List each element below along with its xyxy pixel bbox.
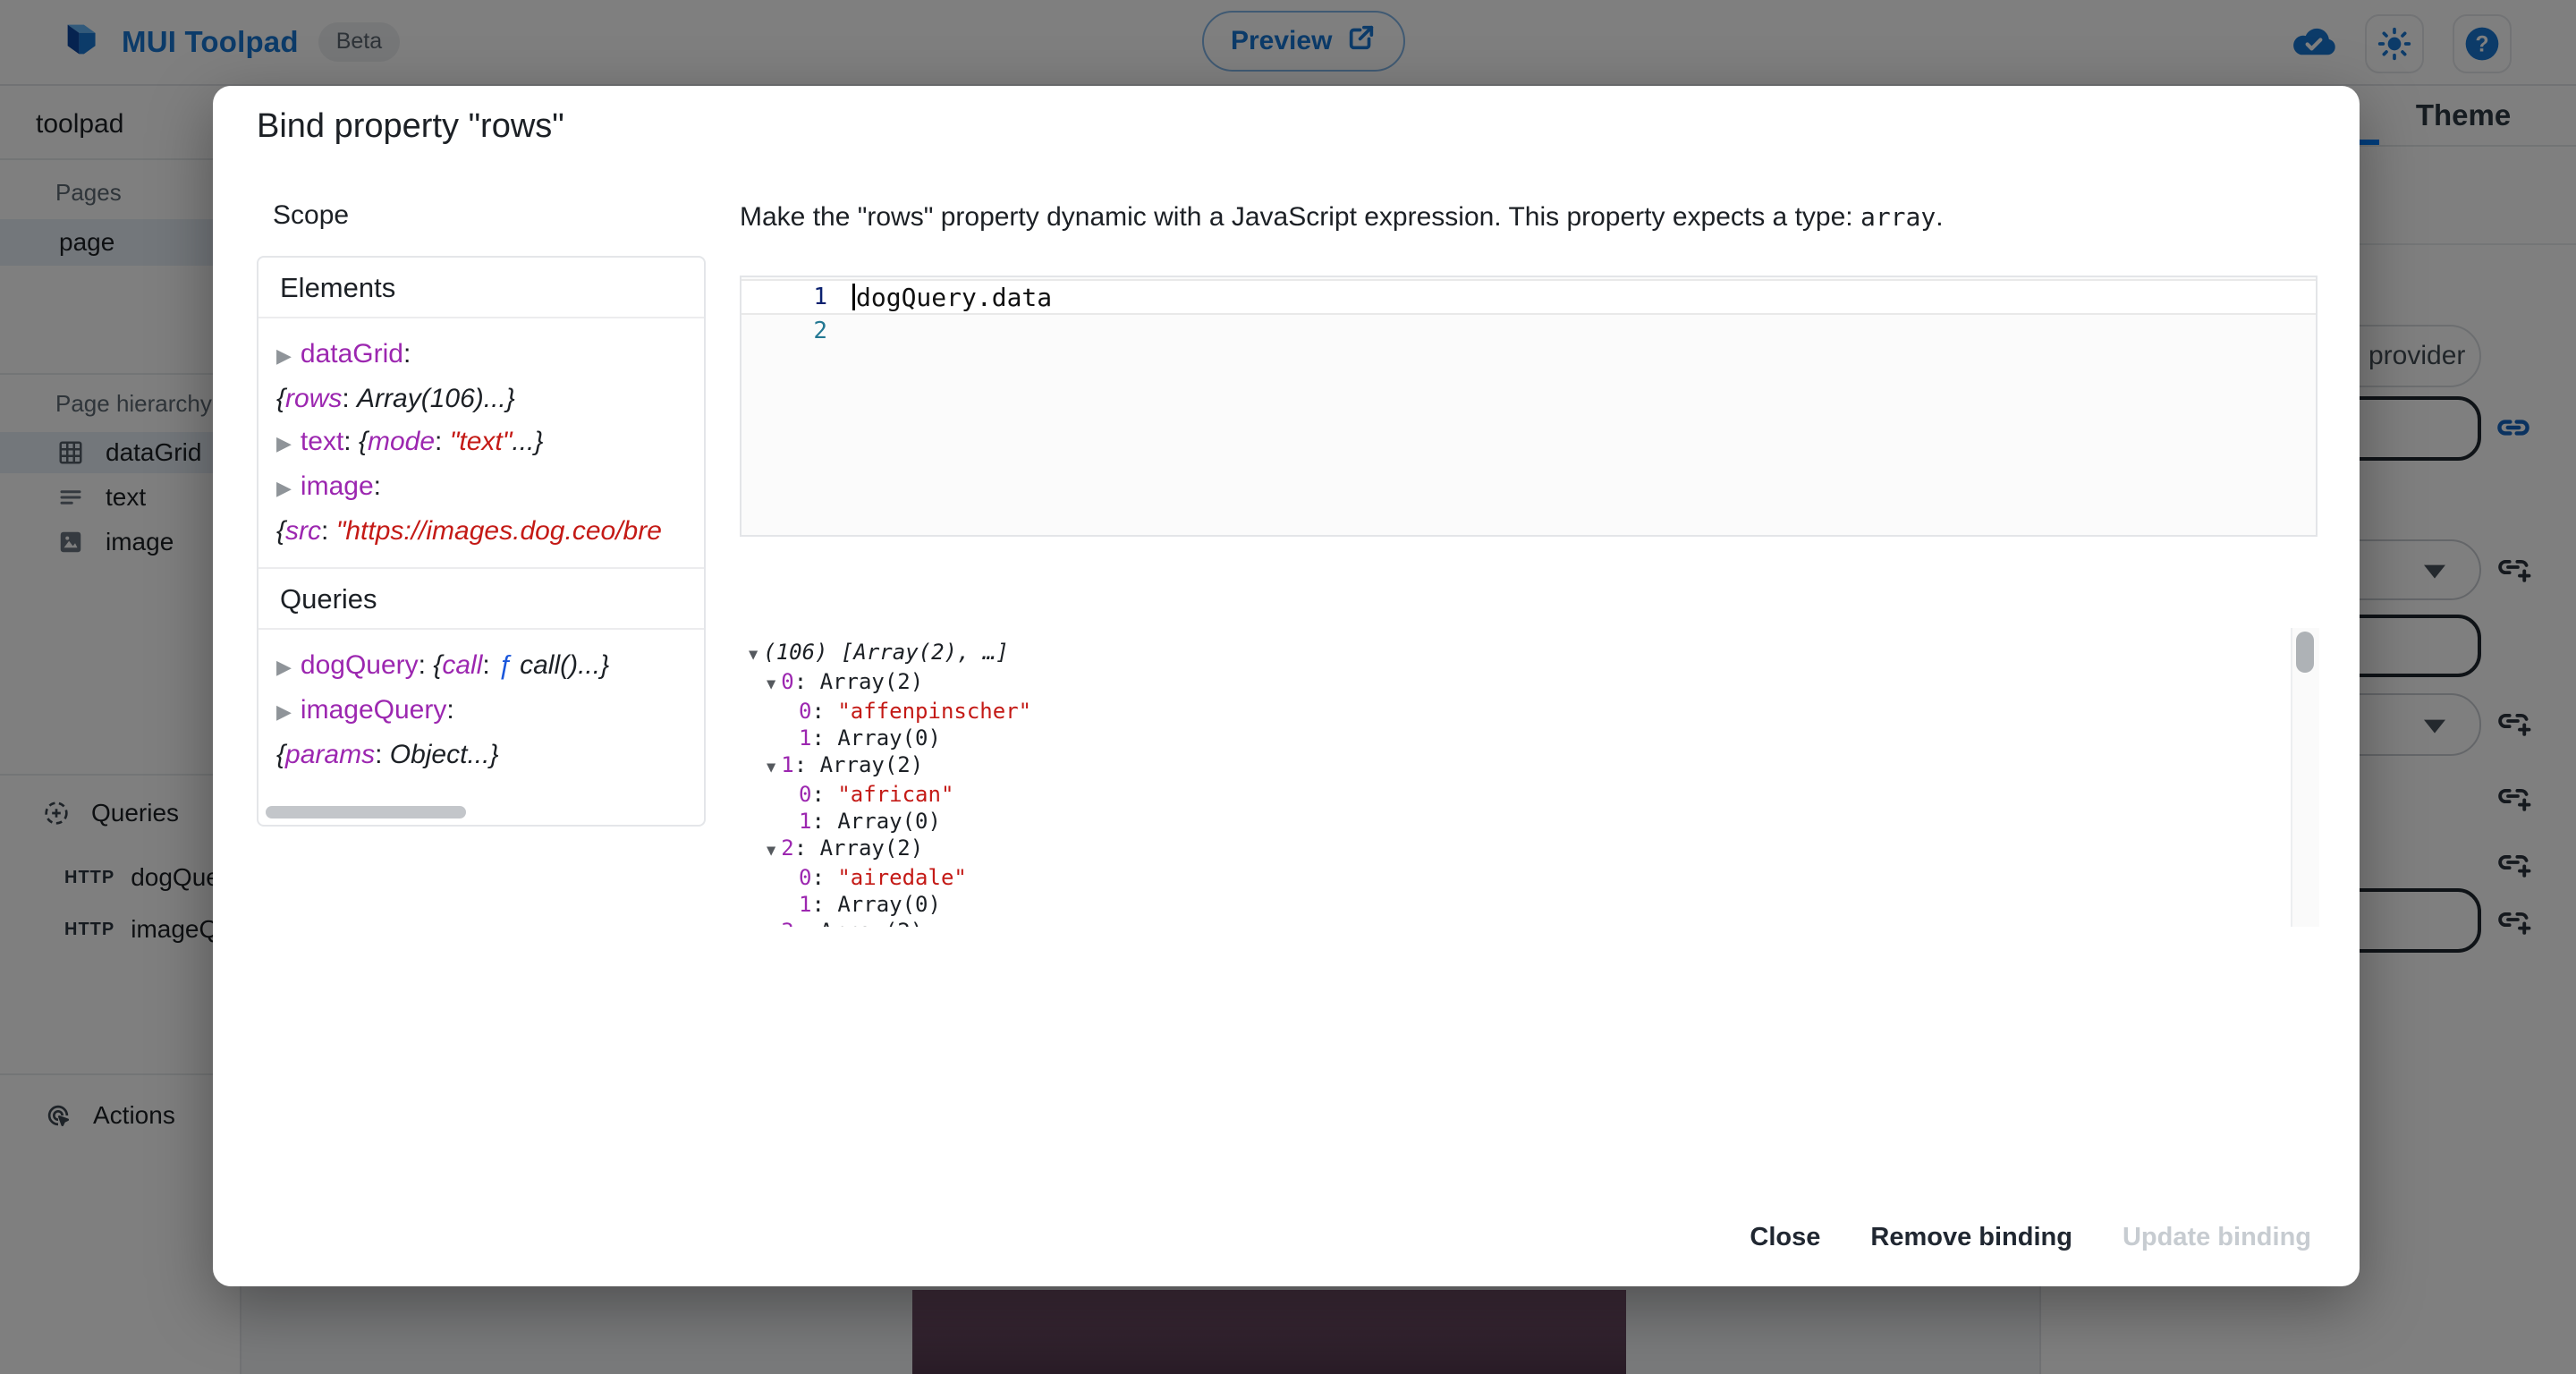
scope-query-row[interactable]: ▶imageQuery: <box>276 689 686 734</box>
expected-type: array <box>1860 202 1936 232</box>
expression-editor[interactable]: 1 dogQuery.data 2 <box>740 276 2318 537</box>
tree-row[interactable]: ▼2: Array(2) <box>749 835 2318 864</box>
elements-list: ▶dataGrid:{rows: Array(106)...}▶text: {m… <box>258 318 704 558</box>
tree-row[interactable]: ▼(106) [Array(2), …] <box>749 639 2318 668</box>
tree-row[interactable]: ▼1: Array(2) <box>749 751 2318 781</box>
tree-row[interactable]: ▼0: Array(2) <box>749 668 2318 698</box>
scope-label: Scope <box>273 200 349 231</box>
text-cursor <box>852 284 855 310</box>
editor-line-1[interactable]: 1 dogQuery.data <box>741 279 2316 315</box>
editor-code: dogQuery.data <box>856 283 1052 312</box>
tree-row[interactable]: 0: "affenpinscher" <box>749 698 2318 725</box>
line-number: 1 <box>741 284 852 310</box>
update-binding-button[interactable]: Update binding <box>2105 1212 2329 1263</box>
line-number: 2 <box>741 318 852 344</box>
editor-line-2[interactable]: 2 <box>741 315 2316 347</box>
close-button[interactable]: Close <box>1732 1212 1838 1263</box>
bind-property-dialog: Bind property "rows" Scope Elements ▶dat… <box>213 86 2360 1286</box>
horizontal-scrollbar-thumb[interactable] <box>266 806 466 818</box>
tree-row[interactable]: 1: Array(0) <box>749 808 2318 835</box>
dialog-actions: Close Remove binding Update binding <box>1732 1212 2329 1263</box>
scope-element-row[interactable]: ▶text: {mode: "text"...} <box>276 420 686 465</box>
tree-row[interactable]: 1: Array(0) <box>749 725 2318 751</box>
result-json-tree: ▼(106) [Array(2), …]▼0: Array(2)0: "affe… <box>740 628 2318 927</box>
dialog-title: Bind property "rows" <box>257 107 564 146</box>
vertical-scrollbar-thumb[interactable] <box>2296 632 2314 673</box>
tree-row[interactable]: 0: "airedale" <box>749 864 2318 891</box>
scope-element-row[interactable]: ▶image: <box>276 465 686 510</box>
tree-row[interactable]: 1: Array(0) <box>749 891 2318 918</box>
vertical-scrollbar[interactable] <box>2291 628 2319 927</box>
tree-row[interactable]: 0: "african" <box>749 781 2318 808</box>
scope-explorer: Elements ▶dataGrid:{rows: Array(106)...}… <box>257 256 706 827</box>
scope-element-row[interactable]: {src: "https://images.dog.ceo/bre <box>276 510 686 553</box>
elements-header: Elements <box>258 258 704 318</box>
scope-query-row[interactable]: ▶dogQuery: {call: ƒ call()...} <box>276 644 686 689</box>
queries-list: ▶dogQuery: {call: ƒ call()...}▶imageQuer… <box>258 630 704 782</box>
scope-element-row[interactable]: ▶dataGrid: <box>276 333 686 377</box>
scope-queries-header: Queries <box>258 567 704 630</box>
dialog-instruction: Make the "rows" property dynamic with a … <box>740 202 2318 233</box>
scope-element-row[interactable]: {rows: Array(106)...} <box>276 377 686 420</box>
instruction-period: . <box>1936 202 1943 232</box>
app-screen: MUI Toolpad Beta Preview <box>0 0 2576 1374</box>
tree-row[interactable]: ▼3: Array(2) <box>749 918 2318 927</box>
remove-binding-button[interactable]: Remove binding <box>1852 1212 2090 1263</box>
scope-query-row[interactable]: {params: Object...} <box>276 734 686 776</box>
instruction-text: Make the "rows" property dynamic with a … <box>740 202 1860 232</box>
